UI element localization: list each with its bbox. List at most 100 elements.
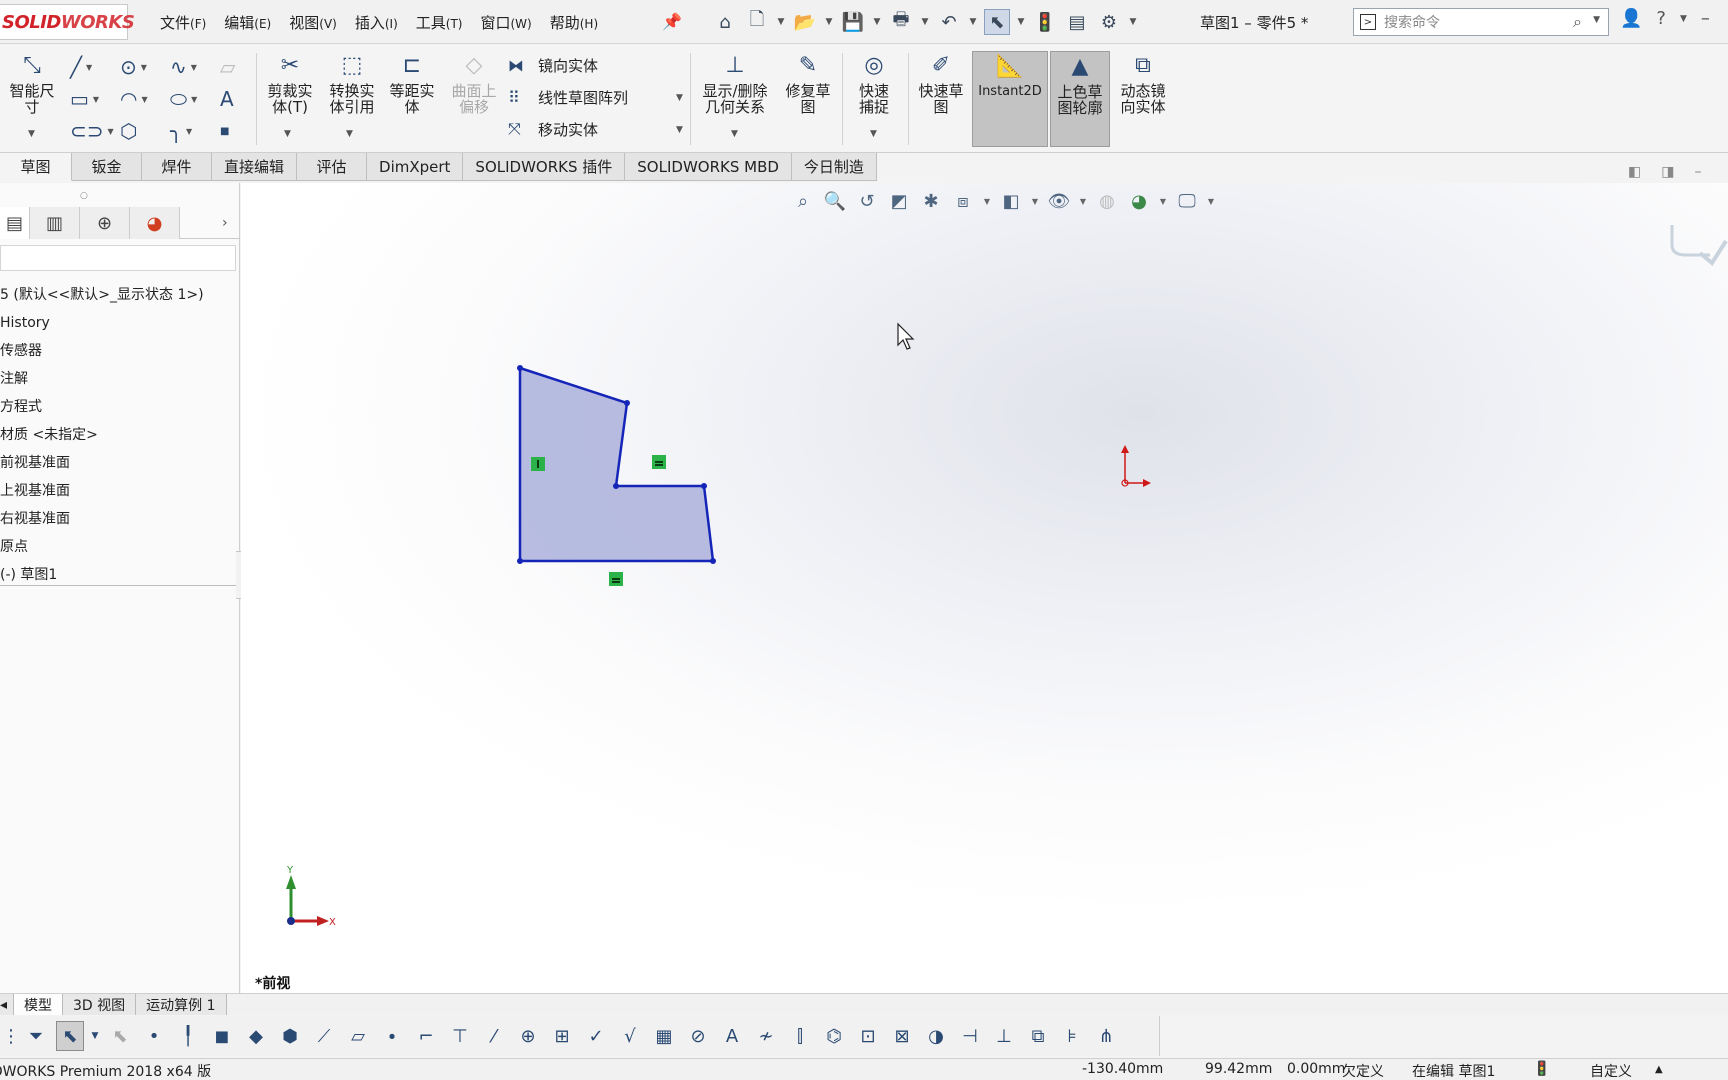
- horizontal-relation-icon[interactable]: [609, 572, 623, 586]
- open-dropdown-icon[interactable]: ▼: [824, 9, 834, 35]
- select-other-icon[interactable]: ⬉: [106, 1026, 134, 1047]
- print-dropdown-icon[interactable]: ▼: [920, 9, 930, 35]
- tree-item-right-plane[interactable]: 右视基准面: [0, 505, 240, 533]
- point-icon[interactable]: ■: [220, 115, 250, 147]
- menu-edit[interactable]: 编辑(E): [224, 12, 271, 33]
- menu-window[interactable]: 窗口(W): [480, 12, 531, 33]
- solidworks-logo[interactable]: SOLID WORKS: [0, 4, 135, 40]
- rapid-sketch-button[interactable]: ✐ 快速草图: [912, 51, 970, 147]
- tab-weldments[interactable]: 焊件: [142, 153, 212, 181]
- tree-item-history[interactable]: History: [0, 309, 240, 337]
- graphics-area[interactable]: ⌕ 🔍 ↺ ◩ ✱ ⧈ ▼ ◧ ▼ 👁 ▼ ◍ ◕ ▼ 🖵 ▼ Y X *前视: [241, 183, 1728, 993]
- rebuild-status-icon[interactable]: 🚦: [1533, 1061, 1550, 1077]
- search-commands-box[interactable]: > 搜索命令 ⌕ ▼: [1353, 8, 1609, 36]
- sketch-definition-status[interactable]: 欠定义: [1342, 1061, 1384, 1080]
- shaded-sketch-contours-button[interactable]: ▲ 上色草图轮廓: [1050, 51, 1110, 147]
- search-dropdown-icon[interactable]: ▼: [1593, 15, 1600, 25]
- spline-icon[interactable]: ∿ ▼: [170, 51, 220, 83]
- open-folder-icon[interactable]: 📂: [792, 9, 818, 35]
- tree-item-equations[interactable]: 方程式: [0, 393, 240, 421]
- filter-planes-icon[interactable]: ▱: [344, 1026, 372, 1047]
- filter-cosmetic-threads-icon[interactable]: ⫿: [786, 1026, 814, 1047]
- menu-insert[interactable]: 插入(I): [355, 12, 398, 33]
- select-dropdown-icon[interactable]: ▼: [1016, 9, 1026, 35]
- tree-item-sensors[interactable]: 传感器: [0, 337, 240, 365]
- configuration-manager-tab-icon[interactable]: ⊕: [80, 207, 130, 239]
- menu-tools[interactable]: 工具(T): [416, 12, 463, 33]
- new-document-icon[interactable]: 🗋: [744, 9, 770, 35]
- tab-made-today[interactable]: 今日制造: [791, 153, 877, 181]
- move-entities-button[interactable]: ⤧ 移动实体: [508, 115, 598, 143]
- options-gear-icon[interactable]: ⚙: [1096, 9, 1122, 35]
- rectangle-icon[interactable]: ▭ ▼: [70, 83, 120, 115]
- polygon-icon[interactable]: ⬡: [120, 115, 170, 147]
- repair-sketch-button[interactable]: ✎ 修复草图: [780, 51, 836, 147]
- tree-item-annotations[interactable]: 注解: [0, 365, 240, 393]
- user-account-icon[interactable]: 👤: [1620, 8, 1642, 29]
- save-dropdown-icon[interactable]: ▼: [872, 9, 882, 35]
- filter-surface-finish-icon[interactable]: ✓: [582, 1026, 610, 1047]
- tile-left-icon[interactable]: ◧: [1628, 164, 1641, 180]
- slot-icon[interactable]: ⊂⊃ ▼: [70, 115, 120, 147]
- filter-blocks-icon[interactable]: ◑: [922, 1026, 950, 1047]
- tabs-scroll-right-icon[interactable]: ›: [222, 215, 228, 231]
- home-icon[interactable]: ⌂: [712, 9, 738, 35]
- tab-solidworks-mbd[interactable]: SOLIDWORKS MBD: [625, 153, 792, 181]
- move-dropdown-icon[interactable]: ▼: [676, 125, 683, 135]
- plane-icon[interactable]: ▱: [220, 51, 250, 83]
- print-icon[interactable]: 🖶: [888, 9, 914, 35]
- menu-help[interactable]: 帮助(H): [550, 12, 598, 33]
- filter-toggle-icon[interactable]: ⋮: [2, 1026, 20, 1047]
- horizontal-relation-icon[interactable]: [652, 455, 666, 469]
- tab-sketch[interactable]: 草图: [0, 153, 72, 181]
- instant2d-button[interactable]: 📐 Instant2D: [972, 51, 1048, 147]
- display-manager-tab-icon[interactable]: ◕: [130, 207, 180, 239]
- offset-on-surface-button[interactable]: ◇ 曲面上偏移: [446, 51, 502, 147]
- tab-dimxpert[interactable]: DimXpert: [367, 153, 464, 181]
- text-icon[interactable]: A: [220, 83, 250, 115]
- filter-notes-icon[interactable]: ▦: [650, 1026, 678, 1047]
- magnifier-icon[interactable]: ⌕: [1573, 12, 1582, 32]
- filter-sketch-points-icon[interactable]: ∙: [378, 1026, 406, 1047]
- undo-dropdown-icon[interactable]: ▼: [968, 9, 978, 35]
- menu-view[interactable]: 视图(V): [289, 12, 337, 33]
- window-minimize-icon[interactable]: –: [1694, 164, 1701, 180]
- feature-tree-tab-icon[interactable]: ▤: [0, 207, 30, 239]
- units-dropdown-icon[interactable]: ▲: [1655, 1064, 1663, 1075]
- filter-solid-bodies-icon[interactable]: ⬢: [276, 1026, 304, 1047]
- select-pointer-icon[interactable]: ⬉: [984, 9, 1010, 35]
- sketch-origin-icon[interactable]: [1121, 445, 1151, 487]
- save-icon[interactable]: 💾: [840, 9, 866, 35]
- filter-spline-handles-icon[interactable]: ⊣: [956, 1026, 984, 1047]
- tab-solidworks-addins[interactable]: SOLIDWORKS 插件: [463, 153, 626, 181]
- filter-sketch-regions-icon[interactable]: ⊧: [1058, 1026, 1086, 1047]
- filter-axes-icon[interactable]: ⟋: [310, 1026, 338, 1047]
- confirmation-corner[interactable]: [1666, 223, 1728, 271]
- filter-centerline-icon[interactable]: ⊕: [514, 1026, 542, 1047]
- filter-dowel-pins-icon[interactable]: ⌬: [820, 1026, 848, 1047]
- quick-snaps-dropdown-icon[interactable]: ▼: [870, 129, 877, 139]
- fillet-icon[interactable]: ╮ ▼: [170, 115, 220, 147]
- tree-item-part[interactable]: 5 (默认<<默认>_显示状态 1>): [0, 281, 240, 309]
- filter-mesh-icon[interactable]: ⋔: [1092, 1026, 1120, 1047]
- units-selector[interactable]: 自定义: [1590, 1061, 1632, 1080]
- tabs-scroll-left-icon[interactable]: ◂: [0, 994, 14, 1015]
- convert-dropdown-icon[interactable]: ▼: [346, 129, 353, 139]
- tab-motion-study[interactable]: 运动算例 1: [136, 994, 227, 1015]
- filter-surface-bodies-icon[interactable]: ◆: [242, 1026, 270, 1047]
- undo-icon[interactable]: ↶: [936, 9, 962, 35]
- tab-direct-editing[interactable]: 直接编辑: [212, 153, 298, 181]
- arc-icon[interactable]: ◠ ▼: [120, 83, 170, 115]
- line-icon[interactable]: ╱ ▼: [70, 51, 120, 83]
- tree-rollback-bar[interactable]: [0, 585, 240, 586]
- help-dropdown-icon[interactable]: ▼: [1680, 14, 1687, 24]
- filter-edges-icon[interactable]: ╿: [174, 1026, 202, 1047]
- feature-filter-input[interactable]: [0, 245, 236, 271]
- new-dropdown-icon[interactable]: ▼: [776, 9, 786, 35]
- filter-sketch-segments-icon[interactable]: ⌐: [412, 1026, 440, 1047]
- minimize-icon[interactable]: –: [1701, 8, 1710, 29]
- trim-dropdown-icon[interactable]: ▼: [284, 129, 291, 139]
- filter-welds-icon[interactable]: ≁: [752, 1026, 780, 1047]
- help-icon[interactable]: ?: [1656, 8, 1666, 29]
- tab-3d-views[interactable]: 3D 视图: [63, 994, 137, 1015]
